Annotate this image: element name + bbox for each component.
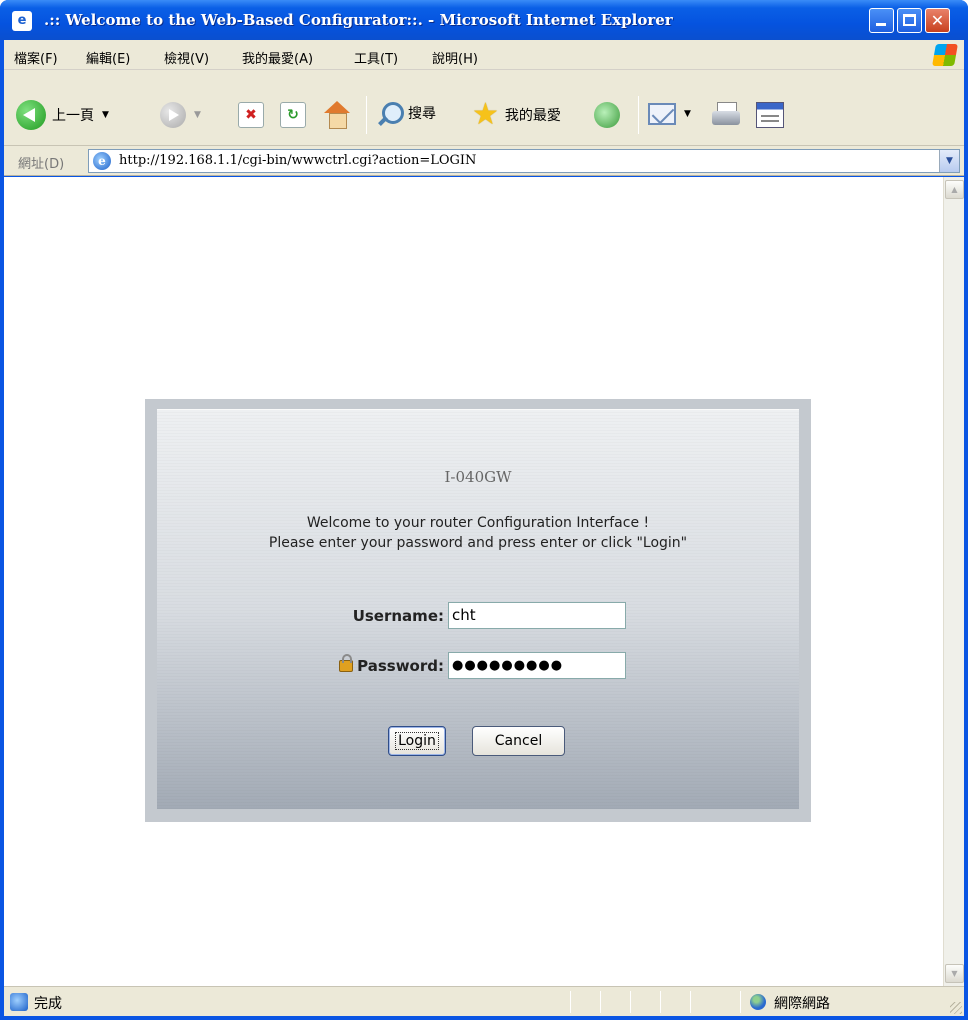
window-title: .:: Welcome to the Web-Based Configurato… — [44, 11, 673, 29]
vertical-scrollbar[interactable]: ▲ ▼ — [943, 177, 964, 986]
welcome-line-2: Please enter your password and press ent… — [268, 535, 688, 551]
close-icon: ✕ — [930, 11, 945, 30]
model-title: I-040GW — [444, 468, 512, 486]
search-label: 搜尋 — [408, 106, 436, 122]
username-label: Username: — [352, 607, 444, 625]
status-divider — [570, 991, 571, 1013]
resize-grip-icon[interactable] — [950, 1002, 962, 1014]
refresh-icon: ↻ — [280, 102, 306, 128]
password-input[interactable]: ●●●●●●●●● — [448, 652, 626, 679]
status-divider — [690, 991, 691, 1013]
toolbar-separator — [638, 96, 639, 134]
address-input[interactable]: e http://192.168.1.1/cgi-bin/wwwctrl.cgi… — [88, 149, 960, 173]
username-row: Username: cht — [157, 602, 799, 630]
status-divider — [740, 991, 741, 1013]
ie-page-icon: e — [93, 152, 111, 170]
password-row: Password: ●●●●●●●●● — [157, 652, 799, 680]
menu-file[interactable]: 檔案(F) — [14, 48, 58, 67]
status-divider — [660, 991, 661, 1013]
print-button[interactable] — [712, 102, 742, 128]
login-button-label: Login — [395, 732, 439, 750]
password-label-wrap: Password: — [339, 654, 444, 675]
zone-text: 網際網路 — [774, 996, 830, 1012]
menu-edit[interactable]: 編輯(E) — [86, 48, 130, 67]
menu-bar: 檔案(F) 編輯(E) 檢視(V) 我的最愛(A) 工具(T) 說明(H) — [4, 40, 964, 70]
forward-button[interactable]: ▼ — [160, 102, 201, 128]
scroll-up-button[interactable]: ▲ — [945, 180, 964, 199]
browser-window: e .:: Welcome to the Web-Based Configura… — [0, 0, 968, 1020]
menu-view[interactable]: 檢視(V) — [164, 48, 209, 67]
stop-icon: ✖ — [238, 102, 264, 128]
toolbar-separator — [366, 96, 367, 134]
page-status-icon — [10, 993, 28, 1011]
stop-button[interactable]: ✖ — [238, 102, 264, 128]
status-divider — [630, 991, 631, 1013]
forward-dropdown-icon[interactable]: ▼ — [194, 110, 201, 120]
lock-icon — [339, 654, 354, 672]
toolbar: 上一頁 ▼ ▼ ✖ ↻ 搜尋 ★ 我的最愛 ▼ — [4, 70, 964, 146]
favorites-button[interactable]: ★ 我的最愛 — [472, 100, 561, 130]
mail-button[interactable]: ▼ — [648, 103, 691, 125]
windows-logo-icon — [932, 44, 958, 66]
address-url[interactable]: http://192.168.1.1/cgi-bin/wwwctrl.cgi?a… — [119, 153, 476, 168]
edit-icon — [756, 102, 784, 128]
menu-favorites[interactable]: 我的最愛(A) — [242, 48, 313, 67]
username-input[interactable]: cht — [448, 602, 626, 629]
address-dropdown-icon[interactable]: ▼ — [939, 150, 959, 172]
forward-icon — [160, 102, 186, 128]
refresh-button[interactable]: ↻ — [280, 102, 306, 128]
mail-dropdown-icon[interactable]: ▼ — [684, 109, 691, 119]
password-label: Password: — [357, 657, 444, 675]
home-button[interactable] — [322, 101, 352, 129]
internet-zone-icon — [750, 994, 766, 1010]
history-icon — [594, 102, 620, 128]
menu-help[interactable]: 說明(H) — [432, 48, 478, 67]
scroll-down-button[interactable]: ▼ — [945, 964, 964, 983]
login-frame: I-040GW Welcome to your router Configura… — [145, 399, 811, 822]
back-icon — [16, 100, 46, 130]
close-button[interactable]: ✕ — [925, 8, 950, 33]
maximize-button[interactable] — [897, 8, 922, 33]
title-bar[interactable]: e .:: Welcome to the Web-Based Configura… — [0, 0, 968, 40]
mail-icon — [648, 103, 676, 125]
ie-page-icon[interactable]: e — [12, 11, 32, 31]
search-button[interactable]: 搜尋 — [376, 100, 436, 126]
menu-tools[interactable]: 工具(T) — [354, 48, 398, 67]
edit-button[interactable] — [756, 102, 784, 128]
welcome-message: Welcome to your router Configuration Int… — [157, 513, 799, 553]
star-icon: ★ — [472, 97, 499, 132]
back-dropdown-icon[interactable]: ▼ — [102, 110, 109, 120]
welcome-line-1: Welcome to your router Configuration Int… — [306, 515, 650, 531]
status-bar: 完成 網際網路 — [4, 986, 964, 1016]
print-icon — [712, 102, 742, 128]
history-button[interactable] — [594, 102, 620, 128]
minimize-button[interactable] — [869, 8, 894, 33]
address-label: 網址(D) — [18, 157, 65, 172]
maximize-icon — [903, 14, 916, 26]
status-text: 完成 — [34, 996, 62, 1012]
page-content: I-040GW Welcome to your router Configura… — [4, 177, 943, 986]
cancel-button[interactable]: Cancel — [472, 726, 565, 756]
home-icon — [322, 101, 352, 129]
minimize-icon — [876, 23, 886, 26]
login-panel: I-040GW Welcome to your router Configura… — [157, 409, 799, 809]
login-button[interactable]: Login — [388, 726, 446, 756]
back-label: 上一頁 — [52, 108, 94, 124]
status-divider — [600, 991, 601, 1013]
address-bar: 網址(D) e http://192.168.1.1/cgi-bin/wwwct… — [4, 146, 964, 176]
search-icon — [376, 100, 404, 126]
button-row: Login Cancel — [157, 726, 799, 756]
favorites-label: 我的最愛 — [504, 108, 561, 124]
back-button[interactable]: 上一頁 ▼ — [16, 100, 109, 130]
